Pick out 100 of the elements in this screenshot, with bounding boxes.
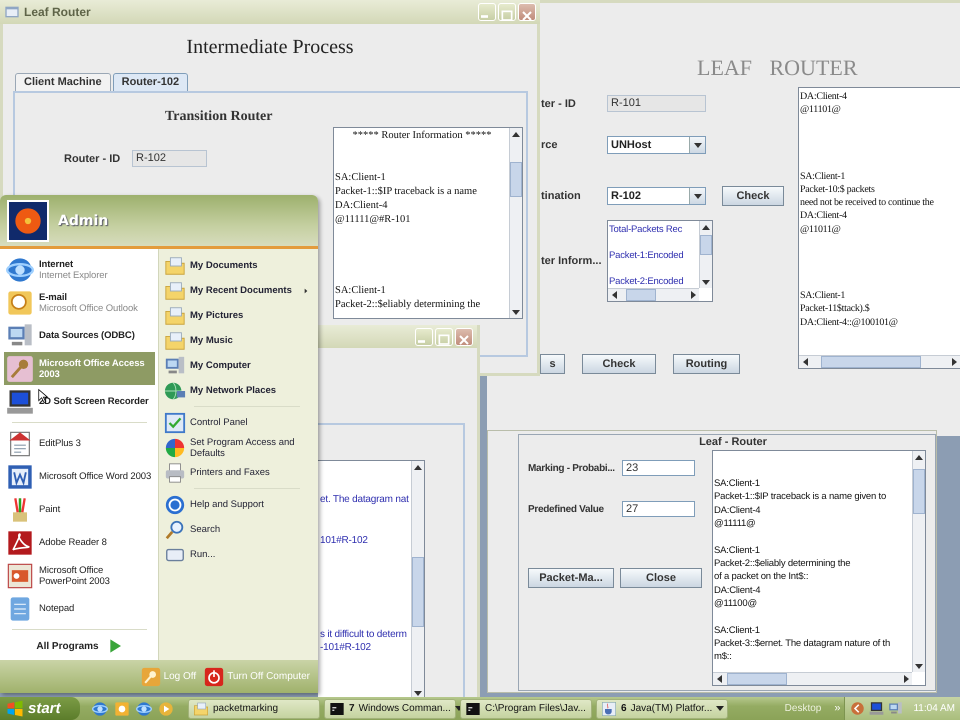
field-label: Marking - Probabi...: [528, 462, 616, 474]
menu-item[interactable]: Microsoft Office Word 2003: [4, 460, 155, 493]
action-button[interactable]: Check: [582, 354, 656, 374]
text-area[interactable]: et. The datagram nat 101#R-102 s it difficult to determ -101#R-102: [318, 460, 425, 700]
document-icon: [6, 528, 34, 556]
text-field[interactable]: R-102: [132, 150, 207, 167]
text-field[interactable]: 27: [622, 501, 695, 517]
text-line: Packet-1::$IP traceback is a name: [335, 185, 478, 199]
taskbar-button[interactable]: 6 Java(TM) Platfor...: [596, 698, 728, 718]
menu-item[interactable]: Run...: [164, 542, 314, 567]
start-button[interactable]: start: [0, 697, 80, 720]
text-area[interactable]: ***** Router Information ***** SA:Client-1 Packet-1::$IP traceback is a name DA:Client-4 @11111@#R-101 SA:Client-1 Packet-2::$eliably determining the: [333, 127, 523, 319]
text-line: @11101@: [800, 103, 842, 117]
menu-item[interactable]: Notepad: [4, 592, 155, 625]
vertical-scrollbar[interactable]: [509, 128, 522, 318]
horizontal-scrollbar[interactable]: [608, 288, 699, 301]
menu-item[interactable]: Printers and Faxes: [164, 460, 314, 485]
text-line: SA:Client-1: [800, 289, 846, 302]
field-label: Router - ID: [64, 152, 122, 164]
maximize-button[interactable]: [498, 3, 516, 21]
user-picture: [7, 200, 49, 242]
monitor-icon[interactable]: [869, 701, 884, 716]
cup-icon: [601, 700, 617, 716]
list-item[interactable]: Packet-1:Encoded: [609, 249, 699, 262]
close-button[interactable]: [455, 328, 473, 346]
text-line: et. The datagram nat: [320, 493, 410, 506]
text-line: DA:Client-4: [800, 90, 848, 104]
vertical-scrollbar[interactable]: [699, 221, 712, 288]
menu-item[interactable]: My Music: [164, 328, 314, 353]
menu-item[interactable]: Help and Support: [164, 492, 314, 517]
text-line: DA:Client-4: [714, 504, 762, 518]
menu-item[interactable]: Control Panel: [164, 410, 314, 435]
list-item[interactable]: Packet-2:Encoded: [609, 275, 699, 288]
text-field[interactable]: R-101: [607, 95, 706, 112]
menu-item[interactable]: Adobe Reader 8: [4, 526, 155, 559]
folder-icon: [193, 700, 209, 716]
field-label: ter Inform...: [541, 255, 603, 267]
text-line: of a packet on the Int$::: [714, 570, 810, 584]
action-button[interactable]: Close: [620, 568, 702, 588]
app-icon[interactable]: [114, 700, 130, 716]
key-icon: [6, 354, 34, 382]
key-icon: [140, 666, 161, 686]
menu-item[interactable]: My Recent Documents: [164, 278, 314, 303]
text-area[interactable]: [712, 450, 926, 686]
text-line: DA:Client-4: [800, 209, 848, 223]
globe-icon: [6, 256, 34, 284]
dropdown[interactable]: R-102: [607, 187, 706, 205]
taskbar-button[interactable]: C:\Program Files\Jav...: [460, 698, 592, 718]
text-line: SA:Client-1: [714, 624, 761, 638]
maximize-button[interactable]: [435, 328, 453, 346]
menu-item[interactable]: Microsoft Office PowerPoint 2003: [4, 559, 155, 592]
taskbar-button[interactable]: packetmarking: [188, 698, 320, 718]
text-line: DA:Client-4::@100101@: [800, 316, 899, 329]
vertical-scrollbar[interactable]: [411, 461, 424, 699]
horizontal-scrollbar[interactable]: [799, 355, 960, 368]
monitor-icon: [6, 388, 34, 416]
text-line: SA:Client-1: [800, 170, 846, 183]
menu-item[interactable]: My Network Places: [164, 378, 314, 403]
menu-item[interactable]: Internet Internet Explorer: [4, 253, 155, 286]
text-line: @11100@: [714, 597, 758, 611]
menu-item[interactable]: E-mail Microsoft Office Outlook: [4, 286, 155, 319]
text-area[interactable]: DA:Client-4 @11101@ SA:Client-1 Packet-10:$ packets need not be received to continue the DA:Client-4 @11011@ SA:Client-1 Packet-11$ttack).$ DA:Client-4::@100101@: [798, 87, 960, 369]
action-button[interactable]: Packet-Ma...: [528, 568, 614, 588]
minimize-button[interactable]: [478, 3, 496, 21]
globe-icon[interactable]: [136, 700, 152, 716]
menu-item[interactable]: Set Program Access and Defaults: [164, 435, 314, 460]
tab[interactable]: Router-102: [112, 73, 188, 91]
menu-item[interactable]: My Computer: [164, 353, 314, 378]
close-button[interactable]: [518, 3, 536, 21]
menu-item[interactable]: My Pictures: [164, 303, 314, 328]
menu-item[interactable]: Paint: [4, 493, 155, 526]
text-line: Packet-11$ttack).$: [800, 302, 870, 316]
group-title: Leaf - Router: [698, 436, 767, 448]
play-icon[interactable]: [158, 700, 174, 716]
list-item[interactable]: Total-Packets Rec: [609, 223, 699, 236]
text-line: -101#R-102: [320, 640, 372, 654]
list-box[interactable]: Total-Packets Rec Packet-1:Encoded Packet-2:Encoded: [607, 220, 713, 302]
menu-item[interactable]: Search: [164, 517, 314, 542]
console-icon: [465, 700, 481, 716]
menu-item[interactable]: My Documents: [164, 253, 314, 278]
menu-item[interactable]: EditPlus 3: [4, 427, 155, 460]
help-icon: [164, 494, 186, 516]
window-heading: Intermediate Process: [186, 35, 354, 60]
field-label: Predefined Value: [528, 504, 605, 514]
text-line: Packet-2::$eliably determining the: [335, 298, 482, 312]
minimize-icon: [481, 15, 488, 18]
menu-item[interactable]: Data Sources (ODBC): [4, 319, 155, 352]
action-button[interactable]: Routing: [673, 354, 740, 374]
all-programs-link[interactable]: All Programs: [36, 640, 99, 652]
text-field[interactable]: 23: [622, 460, 695, 476]
globe-icon[interactable]: [92, 700, 108, 716]
minimize-button[interactable]: [415, 328, 433, 346]
check-button[interactable]: Check: [722, 186, 784, 206]
dropdown[interactable]: UNHost: [607, 136, 706, 154]
tab[interactable]: Client Machine: [15, 73, 111, 91]
window-title: Leaf Router: [24, 5, 91, 19]
vertical-scrollbar[interactable]: [912, 451, 925, 672]
action-button[interactable]: s: [540, 354, 565, 374]
horizontal-scrollbar[interactable]: [713, 672, 912, 685]
document-icon: [6, 462, 34, 490]
